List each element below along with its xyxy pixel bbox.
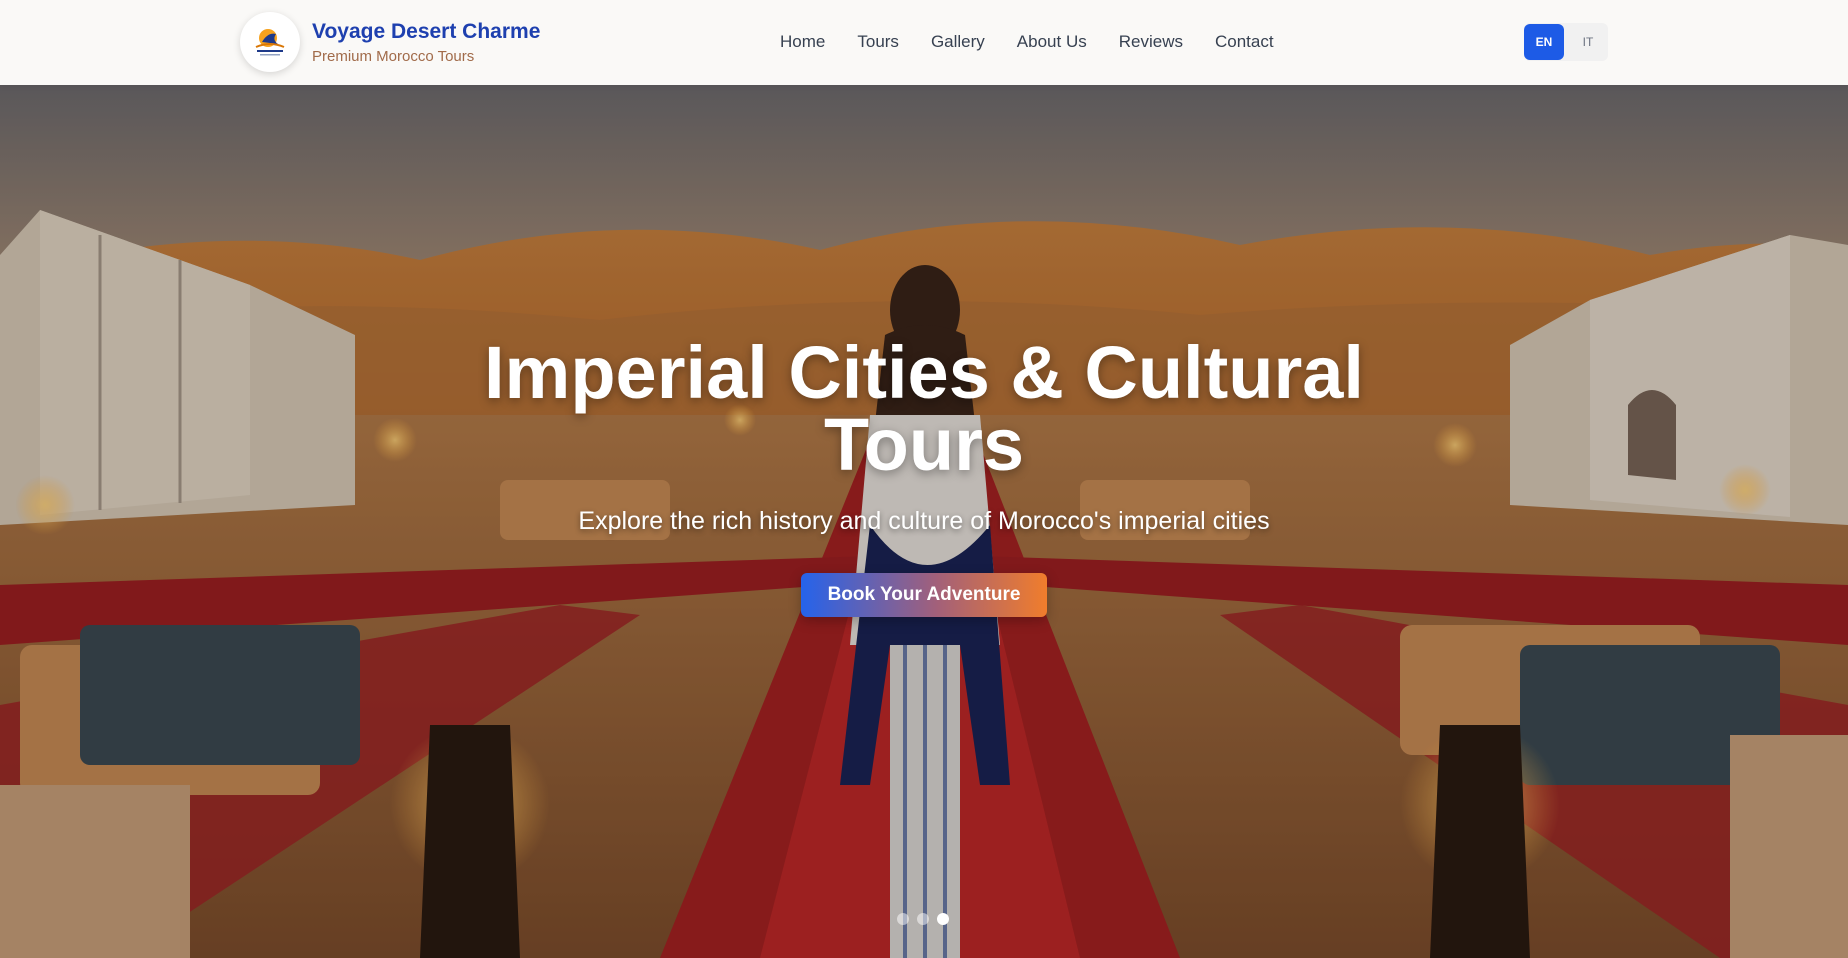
book-adventure-button[interactable]: Book Your Adventure	[801, 573, 1047, 617]
brand-subtitle: Premium Morocco Tours	[312, 48, 475, 65]
language-switcher: EN IT	[1524, 23, 1608, 61]
main-nav: Home Tours Gallery About Us Reviews Cont…	[780, 31, 1274, 55]
nav-home[interactable]: Home	[780, 31, 825, 55]
brand-title[interactable]: Voyage Desert Charme	[312, 20, 540, 44]
language-it-button[interactable]: IT	[1568, 24, 1608, 60]
slide-dot-1[interactable]	[897, 913, 909, 925]
slide-dot-3[interactable]	[937, 913, 949, 925]
nav-reviews[interactable]: Reviews	[1119, 31, 1183, 55]
language-en-button[interactable]: EN	[1524, 24, 1564, 60]
site-header: Voyage Desert Charme Premium Morocco Tou…	[0, 0, 1848, 85]
nav-gallery[interactable]: Gallery	[931, 31, 985, 55]
hero-subtitle: Explore the rich history and culture of …	[578, 507, 1270, 535]
slider-dots	[897, 913, 949, 925]
nav-contact[interactable]: Contact	[1215, 31, 1274, 55]
hero-slider: Imperial Cities & Cultural Tours Explore…	[0, 85, 1848, 958]
voyage-desert-logo-icon	[255, 29, 285, 56]
logo[interactable]	[240, 12, 300, 72]
hero-title: Imperial Cities & Cultural Tours	[484, 331, 1364, 486]
nav-tours[interactable]: Tours	[857, 31, 899, 55]
nav-about-us[interactable]: About Us	[1017, 31, 1087, 55]
slide-dot-2[interactable]	[917, 913, 929, 925]
